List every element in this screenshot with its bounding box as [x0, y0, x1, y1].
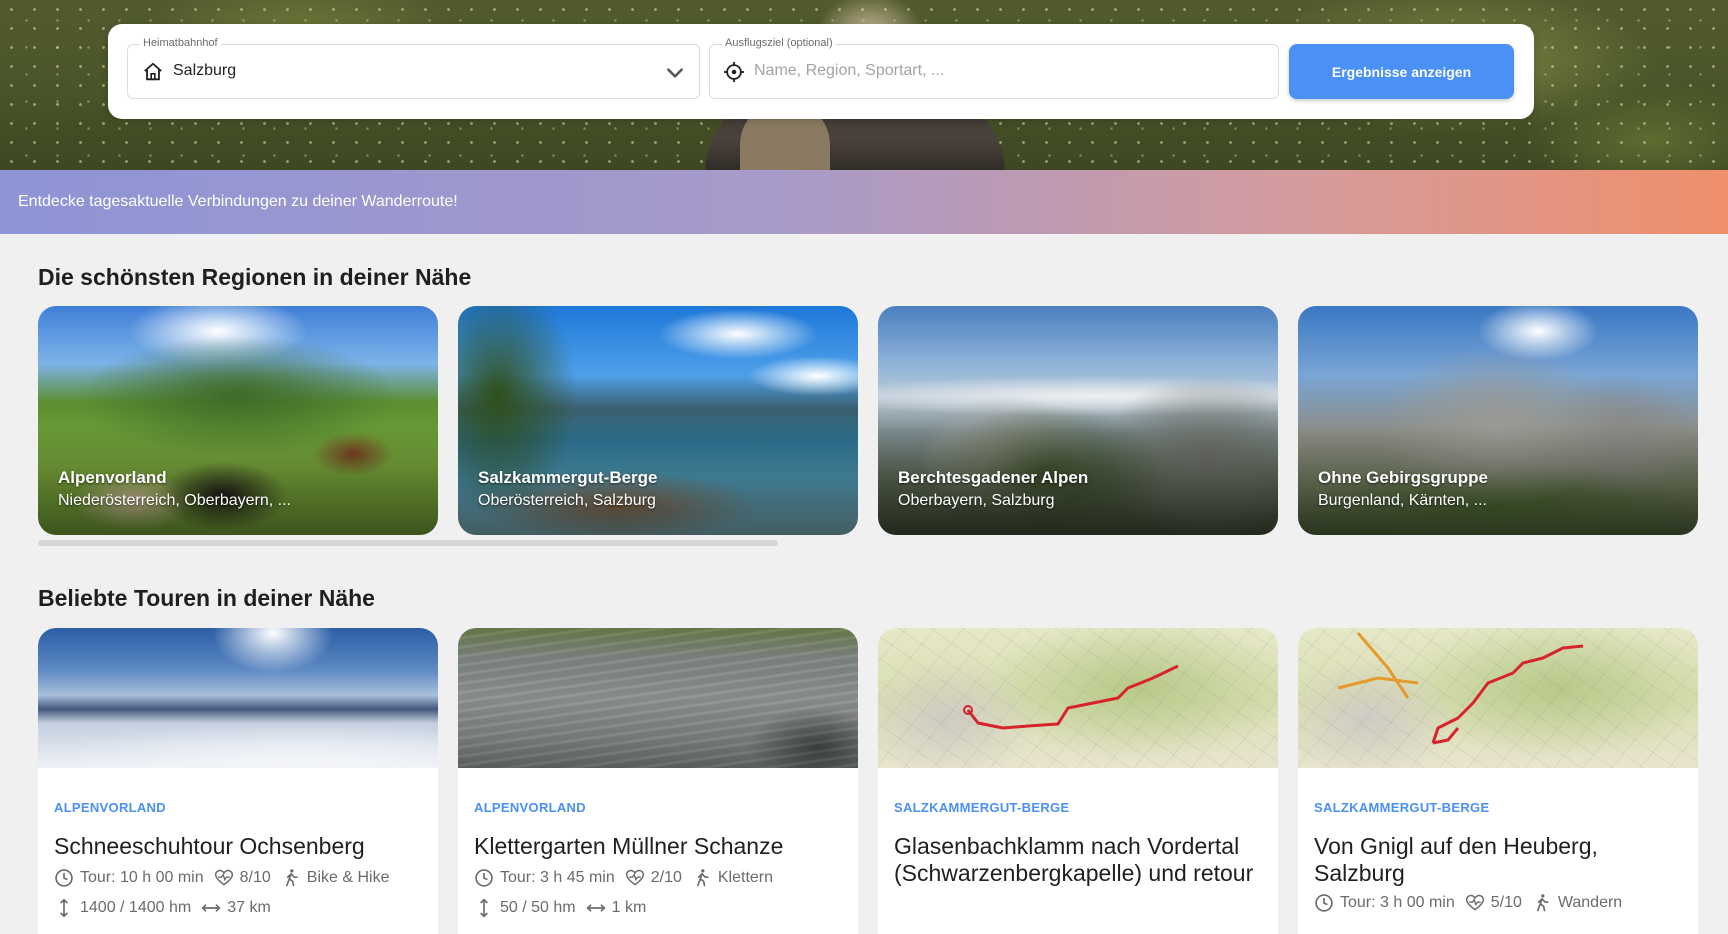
region-card[interactable]: Berchtesgadener Alpen Oberbayern, Salzbu…	[878, 306, 1278, 535]
tour-distance: 37 km	[227, 899, 271, 916]
hiker-icon	[696, 869, 709, 887]
tour-distance: 1 km	[611, 899, 647, 916]
tour-title: Von Gnigl auf den Heuberg, Salzburg	[1314, 833, 1598, 886]
tour-map-image	[1298, 628, 1698, 768]
hiker-icon	[1536, 894, 1549, 912]
tour-difficulty: 5/10	[1490, 894, 1522, 911]
route-line	[1337, 632, 1584, 745]
tour-title: Klettergarten Müllner Schanze	[474, 833, 784, 859]
hiker-icon	[285, 869, 298, 887]
heart-pulse-icon	[214, 869, 233, 886]
tour-image	[458, 628, 858, 768]
chevron-down-icon[interactable]	[665, 63, 685, 83]
region-name: Alpenvorland	[58, 468, 167, 487]
destination-placeholder: Name, Region, Sportart, ...	[754, 62, 945, 79]
tour-region: ALPENVORLAND	[474, 800, 586, 815]
search-panel: Heimatbahnhof Salzburg Ausflugsziel (opt…	[108, 24, 1534, 119]
tour-meta: Tour: 10 h 00 min 8/10 Bike & Hike	[54, 868, 389, 888]
tour-sport: Wandern	[1557, 894, 1623, 911]
tour-duration: Tour: 3 h 45 min	[500, 869, 615, 886]
destination-label: Ausflugsziel (optional)	[722, 37, 836, 49]
region-card[interactable]: Alpenvorland Niederösterreich, Oberbayer…	[38, 306, 438, 535]
regions-scrollbar[interactable]	[38, 540, 778, 546]
tour-card[interactable]: ALPENVORLAND Klettergarten Müllner Schan…	[458, 628, 858, 934]
tour-image	[38, 628, 438, 768]
tour-sport: Bike & Hike	[306, 869, 390, 886]
promo-banner[interactable]: Entdecke tagesaktuelle Verbindungen zu d…	[0, 170, 1728, 234]
region-states: Oberbayern, Salzburg	[898, 492, 1055, 509]
hero-image: Heimatbahnhof Salzburg Ausflugsziel (opt…	[0, 0, 1728, 170]
elevation-icon	[480, 898, 488, 918]
regions-heading: Die schönsten Regionen in deiner Nähe	[38, 264, 472, 290]
clock-icon	[1315, 894, 1333, 912]
region-states: Burgenland, Kärnten, ...	[1318, 492, 1487, 509]
tour-meta: Tour: 3 h 45 min 2/10 Klettern	[474, 868, 773, 888]
distance-icon	[201, 904, 221, 912]
distance-icon	[586, 904, 606, 912]
tour-region: SALZKAMMERGUT-BERGE	[894, 800, 1070, 815]
region-states: Niederösterreich, Oberbayern, ...	[58, 492, 291, 509]
clock-icon	[55, 869, 73, 887]
tour-meta-stats: 1400 / 1400 hm 37 km	[54, 898, 271, 918]
tour-title: Schneeschuhtour Ochsenberg	[54, 833, 365, 859]
destination-input[interactable]: Ausflugsziel (optional) Name, Region, Sp…	[709, 37, 1279, 99]
tour-elevation: 50 / 50 hm	[500, 899, 576, 916]
target-icon	[723, 61, 745, 83]
tour-region: ALPENVORLAND	[54, 800, 166, 815]
route-line	[963, 664, 1179, 730]
tour-region: SALZKAMMERGUT-BERGE	[1314, 800, 1490, 815]
home-icon	[144, 62, 162, 81]
region-name: Ohne Gebirgsgruppe	[1318, 468, 1489, 487]
tour-meta-stats: 50 / 50 hm 1 km	[474, 898, 646, 918]
tour-title: Glasenbachklamm nach Vordertal (Schwarze…	[894, 833, 1254, 886]
home-station-select[interactable]: Heimatbahnhof Salzburg	[127, 37, 700, 99]
region-name: Berchtesgadener Alpen	[898, 468, 1089, 487]
tour-duration: Tour: 3 h 00 min	[1340, 894, 1455, 911]
region-states: Oberösterreich, Salzburg	[478, 492, 656, 509]
home-station-label: Heimatbahnhof	[140, 37, 221, 49]
promo-banner-text: Entdecke tagesaktuelle Verbindungen zu d…	[18, 193, 458, 210]
tour-card[interactable]: SALZKAMMERGUT-BERGE Glasenbachklamm nach…	[878, 628, 1278, 934]
region-name: Salzkammergut-Berge	[478, 468, 658, 487]
heart-pulse-icon	[625, 869, 644, 886]
show-results-button[interactable]: Ergebnisse anzeigen	[1289, 44, 1514, 99]
tour-card[interactable]: ALPENVORLAND Schneeschuhtour Ochsenberg …	[38, 628, 438, 934]
tour-elevation: 1400 / 1400 hm	[80, 899, 192, 916]
tour-sport: Klettern	[717, 869, 774, 886]
tour-map-image	[878, 628, 1278, 768]
region-card[interactable]: Ohne Gebirgsgruppe Burgenland, Kärnten, …	[1298, 306, 1698, 535]
clock-icon	[475, 869, 493, 887]
elevation-icon	[60, 898, 68, 918]
tour-difficulty: 8/10	[239, 869, 271, 886]
tour-meta: Tour: 3 h 00 min 5/10 Wandern	[1314, 893, 1622, 913]
tour-card[interactable]: SALZKAMMERGUT-BERGE Von Gnigl auf den He…	[1298, 628, 1698, 934]
home-station-value: Salzburg	[173, 62, 237, 79]
region-card[interactable]: Salzkammergut-Berge Oberösterreich, Salz…	[458, 306, 858, 535]
tours-heading: Beliebte Touren in deiner Nähe	[38, 585, 375, 611]
heart-pulse-icon	[1465, 894, 1484, 911]
tour-difficulty: 2/10	[650, 869, 682, 886]
tour-duration: Tour: 10 h 00 min	[80, 869, 204, 886]
